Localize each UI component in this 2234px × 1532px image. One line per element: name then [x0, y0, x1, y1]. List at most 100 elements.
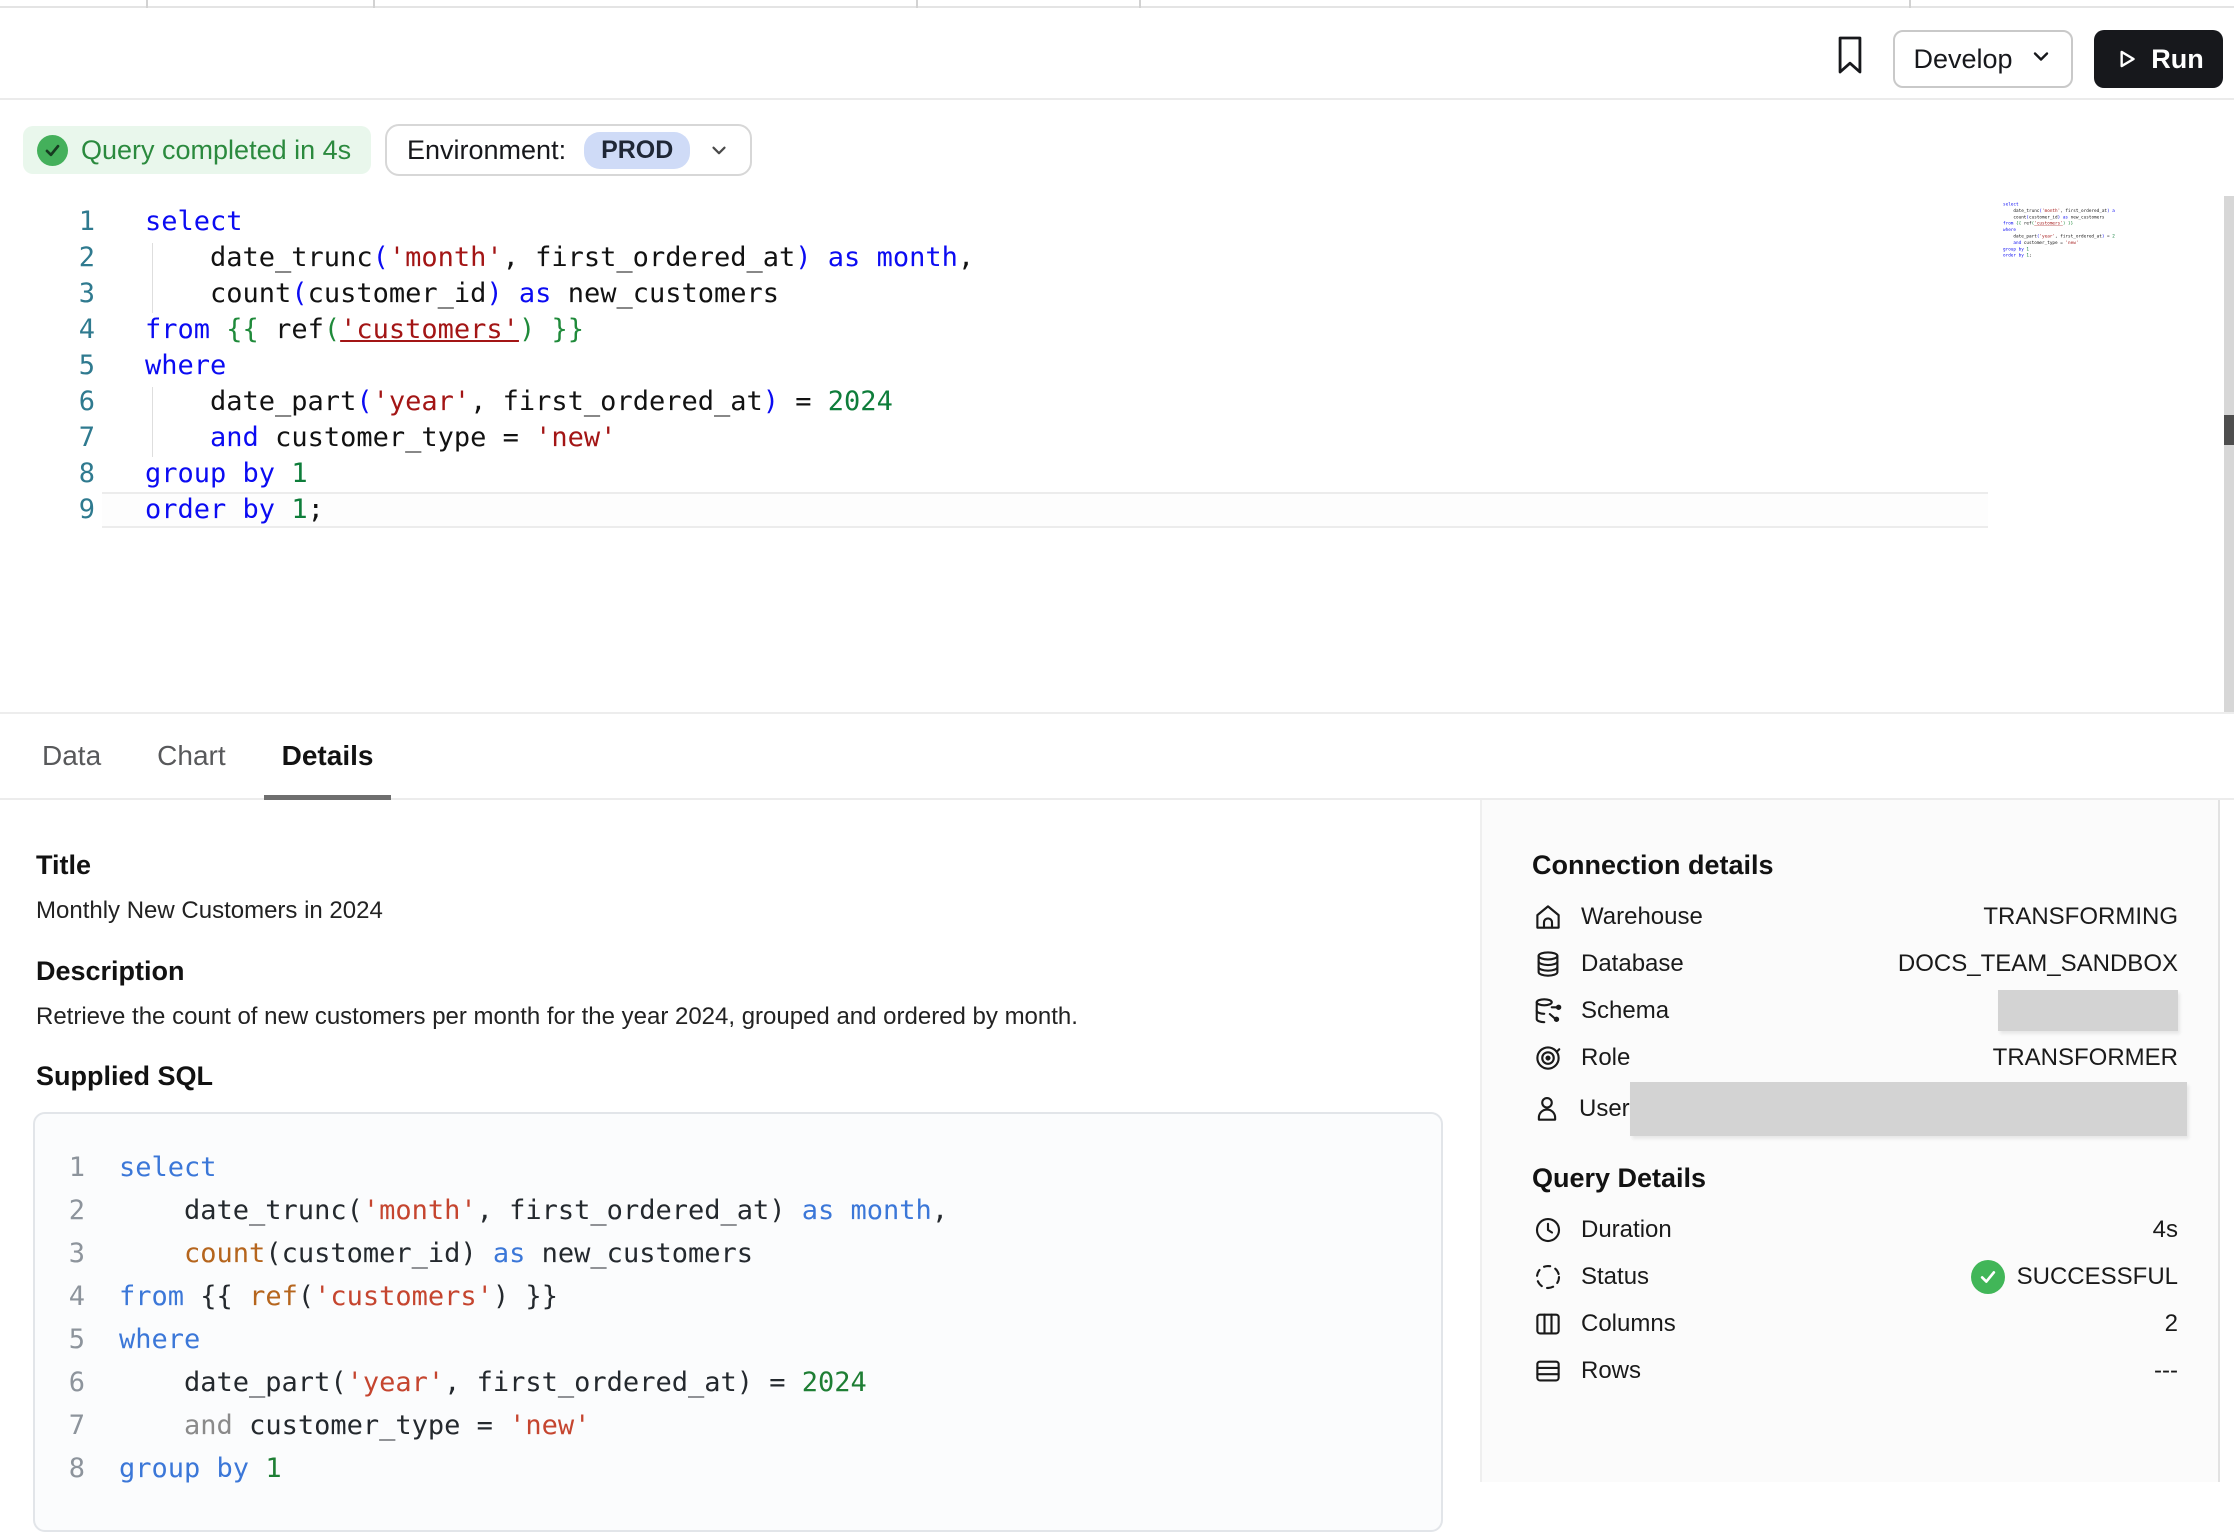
detail-label: Warehouse: [1581, 903, 1703, 931]
code-line: 5where: [35, 1318, 1441, 1361]
query-details-rows: Duration4sStatusSUCCESSFULColumns2Rows--…: [1532, 1206, 2178, 1394]
line-number: 2: [35, 1189, 85, 1232]
line-number: 3: [0, 276, 95, 312]
line-number: 3: [35, 1232, 85, 1275]
code-line: 4from {{ ref('customers') }}: [35, 1275, 1441, 1318]
check-circle-icon: [37, 135, 68, 166]
duration-icon: [1532, 1214, 1564, 1246]
editor-minimap[interactable]: select date_trunc('month', first_ordered…: [1995, 201, 2115, 276]
environment-selector[interactable]: Environment: PROD: [385, 124, 752, 176]
sql-editor[interactable]: 1select2 date_trunc('month', first_order…: [0, 195, 2222, 762]
detail-value: 4s: [2153, 1216, 2178, 1244]
results-tabs: Data Chart Details: [0, 712, 2234, 800]
tab-details[interactable]: Details: [278, 714, 378, 798]
editor-minimap-content: select date_trunc('month', first_ordered…: [1995, 201, 2014, 259]
query-details-heading: Query Details: [1532, 1163, 2178, 1194]
code-line: 7 and customer_type = 'new': [0, 420, 2222, 456]
redacted-value: [1998, 990, 2178, 1031]
environment-label: Environment:: [407, 135, 566, 166]
chevron-down-icon: [708, 139, 730, 161]
environment-value-badge: PROD: [584, 132, 690, 169]
detail-label: Columns: [1581, 1310, 1676, 1338]
query-status-badge: Query completed in 4s: [23, 126, 371, 174]
code-line: 5where: [0, 348, 2222, 384]
connection-rows: Warehouse TRANSFORMING Database DOCS_TEAM_S…: [1532, 893, 2178, 1137]
detail-label: Database: [1581, 950, 1684, 978]
details-panel: Title Monthly New Customers in 2024 Desc…: [36, 800, 1448, 1532]
code-line: 1select: [0, 204, 2222, 240]
detail-value: DOCS_TEAM_SANDBOX: [1898, 950, 2178, 978]
tab-label: Details: [282, 740, 374, 772]
query-status-text: Query completed in 4s: [81, 135, 351, 166]
top-tab-strip: [0, 0, 2234, 8]
connection-details-heading: Connection details: [1532, 850, 2178, 881]
detail-row-schema: Schema: [1532, 987, 2178, 1034]
code-line: order by 1;: [1995, 252, 2014, 258]
code-line: 1select: [35, 1146, 1441, 1189]
line-number: 4: [35, 1275, 85, 1318]
code-line: 9order by 1;: [0, 492, 2222, 528]
develop-button[interactable]: Develop: [1893, 30, 2073, 88]
description-heading: Description: [36, 956, 1448, 987]
detail-value: TRANSFORMING: [1983, 903, 2178, 931]
detail-label: Role: [1581, 1044, 1630, 1072]
code-line: 2 date_trunc('month', first_ordered_at) …: [0, 240, 2222, 276]
query-ide-page: { "colors": { "run-bg": "#17181c", "succ…: [0, 0, 2234, 1482]
schema-icon: [1532, 995, 1564, 1027]
line-number: 6: [0, 384, 95, 420]
detail-label: Schema: [1581, 997, 1669, 1025]
title-heading: Title: [36, 850, 1448, 881]
detail-row-user: User: [1532, 1081, 2178, 1137]
connection-details-panel: Connection details Warehouse TRANSFORMING…: [1480, 800, 2220, 1482]
rows-icon: [1532, 1355, 1564, 1387]
bookmark-icon[interactable]: [1828, 32, 1872, 78]
sql-editor-code: 1select2 date_trunc('month', first_order…: [0, 195, 2222, 528]
line-number: 5: [0, 348, 95, 384]
detail-row-role: Role TRANSFORMER: [1532, 1034, 2178, 1081]
chevron-down-icon: [2029, 44, 2053, 75]
line-number: 5: [35, 1318, 85, 1361]
title-value: Monthly New Customers in 2024: [36, 897, 1448, 925]
line-number: 1: [0, 204, 95, 240]
code-line: 8group by 1: [35, 1447, 1441, 1490]
code-line: 8group by 1: [0, 456, 2222, 492]
line-number: 6: [35, 1361, 85, 1404]
run-button-label: Run: [2151, 44, 2203, 75]
line-number: 9: [0, 492, 95, 528]
tab-label: Data: [42, 740, 101, 772]
line-number: 7: [0, 420, 95, 456]
detail-value: TRANSFORMER: [1993, 1044, 2178, 1072]
code-line: 6 date_part('year', first_ordered_at) = …: [35, 1361, 1441, 1404]
detail-row-status: StatusSUCCESSFUL: [1532, 1253, 2178, 1300]
detail-row-duration: Duration 4s: [1532, 1206, 2178, 1253]
code-line: 6 date_part('year', first_ordered_at) = …: [0, 384, 2222, 420]
develop-button-label: Develop: [1913, 44, 2012, 75]
line-number: 2: [0, 240, 95, 276]
editor-scrollbar-thumb[interactable]: [2224, 415, 2234, 445]
role-icon: [1532, 1042, 1564, 1074]
code-line: 3 count(customer_id) as new_customers: [35, 1232, 1441, 1275]
code-line: 3 count(customer_id) as new_customers: [0, 276, 2222, 312]
line-number: 4: [0, 312, 95, 348]
play-icon: [2113, 46, 2139, 72]
redacted-value: [1630, 1082, 2187, 1136]
detail-value: [1630, 1082, 2187, 1136]
toolbar: Develop Run: [0, 8, 2234, 100]
status-icon: [1532, 1261, 1564, 1293]
detail-row-columns: Columns2: [1532, 1300, 2178, 1347]
run-button[interactable]: Run: [2094, 30, 2223, 88]
line-number: 1: [35, 1146, 85, 1189]
tab-data[interactable]: Data: [38, 714, 105, 798]
check-circle-icon: [1971, 1260, 2005, 1294]
code-line: 7 and customer_type = 'new': [35, 1404, 1441, 1447]
database-icon: [1532, 948, 1564, 980]
detail-label: Duration: [1581, 1216, 1672, 1244]
detail-value: ---: [2154, 1357, 2178, 1385]
detail-value: SUCCESSFUL: [1971, 1260, 2178, 1294]
warehouse-icon: [1532, 901, 1564, 933]
editor-scrollbar-track[interactable]: [2224, 196, 2234, 762]
tab-chart[interactable]: Chart: [153, 714, 229, 798]
description-value: Retrieve the count of new customers per …: [36, 1003, 1448, 1031]
line-number: 7: [35, 1404, 85, 1447]
tab-label: Chart: [157, 740, 225, 772]
